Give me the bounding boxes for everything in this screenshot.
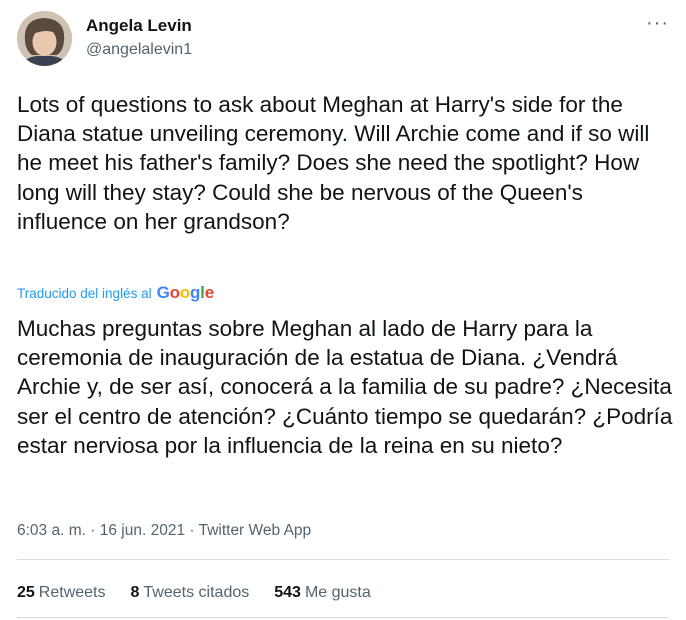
translated-text: Muchas preguntas sobre Meghan al lado de… [17,316,673,458]
tweet-time[interactable]: 6:03 a. m. [17,522,86,539]
quote-tweets-stat[interactable]: 8 Tweets citados [131,584,250,602]
tweet-text: Lots of questions to ask about Meghan at… [17,92,650,234]
translation-attribution[interactable]: Traducido del inglés al Google [17,283,214,303]
retweets-count: 25 [17,584,35,601]
retweets-label: Retweets [38,584,106,601]
divider [17,617,669,618]
author-name[interactable]: Angela Levin [86,16,192,36]
tweet-stats: 25 Retweets 8 Tweets citados 543 Me gusta [17,584,371,602]
likes-count: 543 [274,584,301,601]
likes-label: Me gusta [304,584,371,601]
google-logo: Google [156,283,215,302]
meta-separator: · [90,522,96,539]
meta-separator: · [189,522,195,539]
tweet-date[interactable]: 16 jun. 2021 [100,522,185,539]
tweet-metadata: 6:03 a. m. · 16 jun. 2021 · Twitter Web … [17,522,311,540]
tweet-card: Angela Levin @angelalevin1 ··· Lots of q… [0,0,686,620]
translated-note-text: Traducido del inglés al [17,285,152,301]
divider [17,559,669,560]
quote-tweets-count: 8 [130,584,140,601]
retweets-stat[interactable]: 25 Retweets [17,584,106,602]
tweet-source[interactable]: Twitter Web App [199,522,312,539]
avatar[interactable] [17,11,72,66]
more-horizontal-icon[interactable]: ··· [646,13,669,33]
quote-tweets-label: Tweets citados [143,584,250,601]
likes-stat[interactable]: 543 Me gusta [274,584,371,602]
avatar-image [17,11,72,66]
author-handle[interactable]: @angelalevin1 [86,41,192,59]
